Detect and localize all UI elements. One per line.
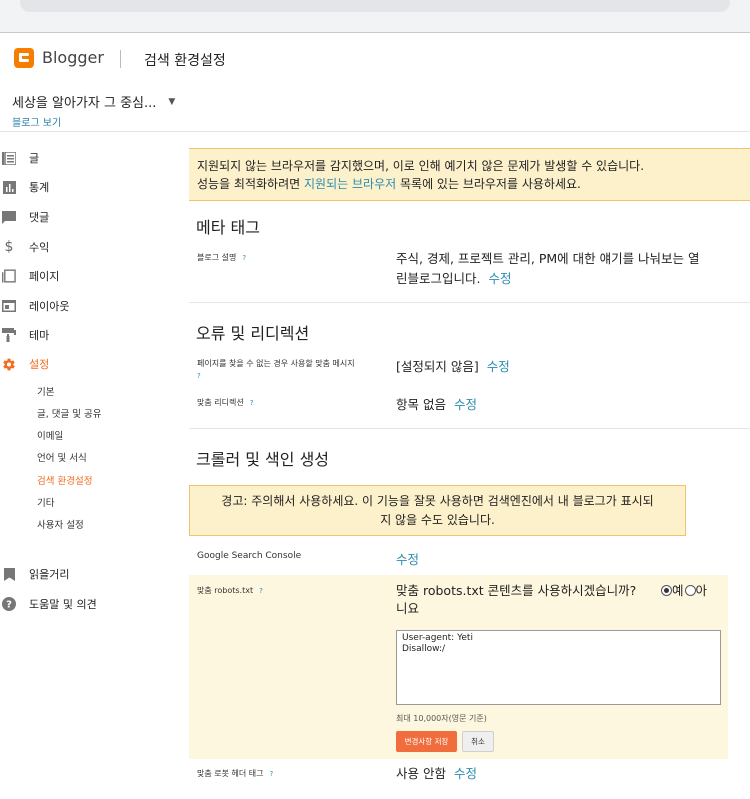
pages-icon [2, 269, 16, 283]
sidebar-item-label: 댓글 [29, 211, 50, 224]
save-changes-button[interactable]: 변경사항 저장 [396, 731, 457, 752]
section-divider [189, 428, 750, 429]
custom-404-value: [설정되지 않음] 수정 [396, 359, 510, 374]
header-divider-line [0, 131, 750, 132]
warning-line-2: 성능을 최적화하려면 지원되는 브라우저 목록에 있는 브라우저를 사용하세요. [197, 177, 581, 191]
sidebar-item-label: 페이지 [29, 270, 60, 283]
help-icon[interactable]: ? [197, 372, 201, 380]
page-title: 검색 환경설정 [144, 53, 226, 69]
sidebar-item-label: 수익 [29, 241, 50, 254]
blog-description-label: 블로그 설명? [197, 253, 247, 262]
robots-txt-textarea[interactable]: User-agent: Yeti Disallow:/ [396, 630, 721, 705]
robots-radio-group: 예아 [661, 582, 725, 600]
robot-header-tags-value: 사용 안함 수정 [396, 766, 477, 781]
custom-404-label: 페이지를 찾을 수 없는 경우 사용할 맞춤 메시지 ? [197, 359, 355, 380]
help-icon[interactable]: ? [250, 399, 254, 407]
chevron-down-icon: ▼ [168, 96, 176, 107]
paint-roller-icon [2, 328, 16, 342]
section-title-meta: 메타 태그 [196, 218, 260, 237]
blog-selector[interactable]: 세상을 알아가자 그 중심... ▼ [12, 92, 175, 111]
header-divider [120, 50, 121, 68]
custom-redirect-label: 맞춤 리디렉션? [197, 398, 254, 407]
gear-icon [2, 357, 16, 371]
sidebar-item-label: 도움말 및 의견 [29, 598, 97, 611]
radio-no[interactable] [684, 585, 696, 596]
cancel-button[interactable]: 취소 [462, 731, 494, 752]
section-title-errors: 오류 및 리디렉션 [196, 324, 310, 343]
settings-sub-basic[interactable]: 기본 [37, 384, 54, 398]
blog-description-value: 주식, 경제, 프로젝트 관리, PM에 대한 얘기를 나눠보는 열 린블로그입… [396, 251, 700, 286]
gsc-label: Google Search Console [197, 551, 302, 561]
blogger-logo-icon[interactable] [14, 48, 34, 68]
section-divider [189, 302, 750, 303]
view-blog-link[interactable]: 블로그 보기 [12, 114, 61, 129]
settings-sub-user[interactable]: 사용자 설정 [37, 517, 84, 531]
bookmark-icon [2, 567, 16, 581]
svg-text:?: ? [6, 600, 12, 611]
unsupported-browser-warning: 지원되지 않는 브라우저를 감지했으며, 이로 인해 예기치 않은 문제가 발생… [189, 148, 750, 201]
comments-icon [2, 210, 16, 224]
sidebar-item-label: 테마 [29, 329, 50, 342]
edit-gsc-link[interactable]: 수정 [396, 552, 419, 567]
radio-yes[interactable] [661, 585, 672, 596]
settings-sub-email[interactable]: 이메일 [37, 428, 63, 442]
address-bar[interactable] [20, 0, 730, 12]
settings-sub-posts-comments[interactable]: 글, 댓글 및 공유 [37, 406, 102, 420]
help-icon[interactable]: ? [242, 254, 246, 262]
blog-name: 세상을 알아가자 그 중심... [12, 96, 157, 111]
stats-icon [2, 180, 16, 194]
settings-sub-search-prefs[interactable]: 검색 환경설정 [37, 473, 92, 487]
warning-line-1: 지원되지 않는 브라우저를 감지했으며, 이로 인해 예기치 않은 문제가 발생… [197, 159, 645, 173]
more-vert-icon[interactable]: ⋮ [744, 48, 750, 66]
help-icon[interactable]: ? [259, 587, 263, 595]
edit-description-link[interactable]: 수정 [488, 271, 511, 286]
custom-redirect-value: 항목 없음 수정 [396, 397, 477, 412]
sidebar-item-label: 설정 [29, 358, 50, 371]
section-title-crawlers: 크롤러 및 색인 생성 [196, 450, 330, 469]
settings-sub-other[interactable]: 기타 [37, 495, 54, 509]
gsc-value: 수정 [396, 550, 419, 570]
dollar-icon: $ [4, 239, 14, 255]
edit-redirect-link[interactable]: 수정 [454, 397, 477, 412]
posts-icon [2, 151, 16, 165]
browser-toolbar [0, 0, 750, 33]
robots-question: 맞춤 robots.txt 콘텐츠를 사용하시겠습니까? 니요 [396, 583, 637, 616]
robots-txt-label: 맞춤 robots.txt? [197, 586, 263, 595]
sidebar-item-label: 통계 [29, 181, 50, 194]
settings-sub-language[interactable]: 언어 및 서식 [37, 450, 87, 464]
edit-header-tags-link[interactable]: 수정 [454, 766, 477, 781]
crawler-caution-warning: 경고: 주의해서 사용하세요. 이 기능을 잘못 사용하면 검색엔진에서 내 블… [189, 485, 686, 536]
sidebar-item-label: 레이아웃 [29, 300, 70, 313]
supported-browsers-link[interactable]: 지원되는 브라우저 [304, 177, 396, 191]
brand-name[interactable]: Blogger [42, 48, 104, 67]
char-limit-note: 최대 10,000자(영문 기준) [396, 714, 487, 723]
edit-404-link[interactable]: 수정 [487, 359, 510, 374]
help-icon: ? [2, 597, 16, 611]
layout-icon [2, 299, 16, 313]
app-header: Blogger 검색 환경설정 ⋮ [0, 34, 750, 82]
sidebar-item-label: 글 [29, 152, 40, 165]
sidebar-item-label: 읽을거리 [29, 568, 70, 581]
robot-header-tags-label: 맞춤 로봇 헤더 태그? [197, 769, 274, 778]
help-icon[interactable]: ? [270, 770, 274, 778]
